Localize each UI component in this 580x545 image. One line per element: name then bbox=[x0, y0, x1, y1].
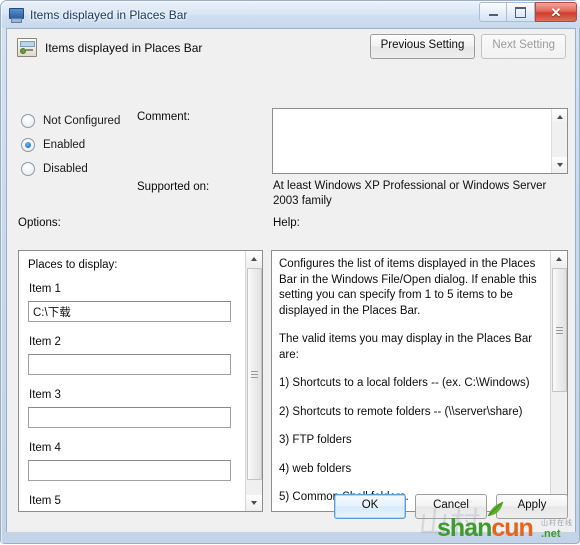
radio-row-enabled[interactable]: Enabled bbox=[21, 133, 120, 157]
help-scroll-up-button[interactable] bbox=[551, 251, 567, 267]
help-paragraph-intro: Configures the list of items displayed i… bbox=[279, 258, 537, 317]
cancel-button[interactable]: Cancel bbox=[415, 494, 487, 519]
window-controls: ✕ bbox=[479, 2, 577, 22]
previous-setting-button[interactable]: Previous Setting bbox=[369, 34, 476, 59]
item-2-label: Item 2 bbox=[29, 336, 61, 348]
options-content: Places to display: Item 1 Item 2 Item 3 … bbox=[19, 251, 247, 511]
minimize-button[interactable] bbox=[479, 2, 507, 22]
options-scroll-thumb[interactable] bbox=[247, 268, 262, 480]
item-4-input[interactable] bbox=[28, 460, 231, 481]
chevron-up-icon bbox=[556, 257, 562, 261]
comment-label: Comment: bbox=[137, 111, 191, 123]
monitor-icon bbox=[8, 7, 24, 23]
radio-label-enabled: Enabled bbox=[43, 139, 86, 151]
radio-not-configured[interactable] bbox=[21, 114, 35, 128]
window-title: Items displayed in Places Bar bbox=[30, 7, 188, 22]
radio-label-disabled: Disabled bbox=[43, 163, 88, 175]
comment-scroll-up-button[interactable] bbox=[552, 109, 567, 125]
maximize-icon bbox=[515, 6, 526, 18]
state-radio-group: Not Configured Enabled Disabled bbox=[21, 109, 120, 181]
radio-disabled[interactable] bbox=[21, 162, 35, 176]
options-panel: Places to display: Item 1 Item 2 Item 3 … bbox=[18, 250, 263, 512]
policy-setting-icon bbox=[17, 38, 37, 57]
help-panel: Configures the list of items displayed i… bbox=[271, 250, 568, 512]
help-item-1: 1) Shortcuts to a local folders -- (ex. … bbox=[279, 377, 530, 389]
next-setting-button[interactable]: Next Setting bbox=[481, 34, 566, 59]
item-3-label: Item 3 bbox=[29, 389, 61, 401]
options-label: Options: bbox=[18, 217, 61, 229]
options-scrollbar[interactable] bbox=[245, 251, 262, 511]
chevron-down-icon bbox=[557, 163, 563, 167]
comment-scrollbar[interactable] bbox=[551, 109, 567, 173]
comment-scroll-down-button[interactable] bbox=[552, 157, 567, 173]
help-scrollbar[interactable] bbox=[550, 251, 567, 511]
radio-enabled[interactable] bbox=[21, 138, 35, 152]
help-label: Help: bbox=[273, 217, 300, 229]
chevron-up-icon bbox=[557, 115, 563, 119]
minimize-icon bbox=[488, 14, 498, 16]
scroll-grip-icon bbox=[251, 371, 258, 378]
close-icon: ✕ bbox=[550, 4, 562, 20]
ok-button[interactable]: OK bbox=[334, 494, 406, 519]
item-3-input[interactable] bbox=[28, 407, 231, 428]
help-content: Configures the list of items displayed i… bbox=[272, 251, 553, 511]
options-scroll-up-button[interactable] bbox=[246, 251, 262, 267]
item-4-label: Item 4 bbox=[29, 442, 61, 454]
dialog-client-area: Items displayed in Places Bar Previous S… bbox=[6, 28, 576, 532]
help-item-2: 2) Shortcuts to remote folders -- (\\ser… bbox=[279, 405, 523, 418]
close-button[interactable]: ✕ bbox=[535, 2, 577, 22]
comment-textarea[interactable] bbox=[272, 108, 568, 174]
dialog-window: Items displayed in Places Bar ✕ Items di… bbox=[0, 0, 580, 544]
radio-row-not-configured[interactable]: Not Configured bbox=[21, 109, 120, 133]
help-paragraph-valid-items: The valid items you may display in the P… bbox=[279, 333, 533, 361]
radio-label-not-configured: Not Configured bbox=[43, 115, 121, 127]
item-2-input[interactable] bbox=[28, 354, 231, 375]
help-scroll-thumb[interactable] bbox=[552, 268, 567, 392]
footer-buttons: OK Cancel Apply bbox=[334, 494, 568, 519]
scroll-grip-icon bbox=[556, 327, 563, 334]
setting-title: Items displayed in Places Bar bbox=[45, 40, 203, 55]
setting-header: Items displayed in Places Bar bbox=[17, 38, 202, 57]
help-item-3: 3) FTP folders bbox=[279, 434, 352, 446]
maximize-button[interactable] bbox=[507, 2, 535, 22]
help-item-4: 4) web folders bbox=[279, 462, 352, 475]
places-to-display-label: Places to display: bbox=[28, 259, 118, 271]
radio-row-disabled[interactable]: Disabled bbox=[21, 157, 120, 181]
navigation-buttons: Previous Setting Next Setting bbox=[369, 34, 566, 59]
item-1-input[interactable] bbox=[28, 301, 231, 322]
item-1-label: Item 1 bbox=[29, 283, 61, 295]
title-bar[interactable]: Items displayed in Places Bar ✕ bbox=[1, 1, 580, 28]
dialog-footer: OK Cancel Apply bbox=[7, 494, 577, 524]
chevron-up-icon bbox=[251, 257, 257, 261]
supported-on-label: Supported on: bbox=[137, 181, 210, 193]
apply-button[interactable]: Apply bbox=[496, 494, 568, 519]
supported-on-text: At least Windows XP Professional or Wind… bbox=[273, 180, 547, 207]
